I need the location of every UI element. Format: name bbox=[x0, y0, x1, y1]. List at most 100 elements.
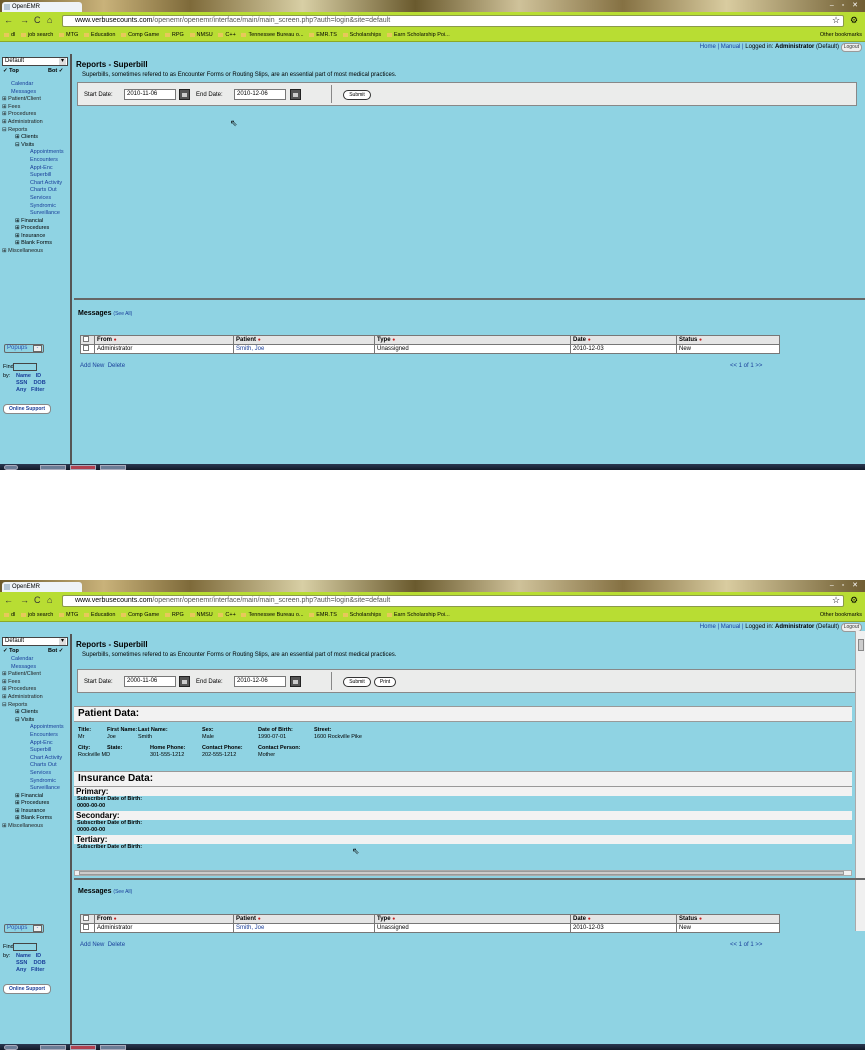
browser-tab[interactable]: OpenEMR bbox=[2, 582, 82, 592]
bookmark[interactable]: job search bbox=[21, 30, 53, 41]
reload-icon[interactable]: C bbox=[34, 15, 41, 25]
menu-patient-client[interactable]: ⊞ Patient/Client bbox=[2, 671, 72, 679]
address-bar[interactable]: www.verbusecounts.com/openemr/openemr/in… bbox=[62, 595, 844, 607]
cell-patient[interactable]: Smith, Joe bbox=[233, 923, 375, 933]
menu-appt-enc[interactable]: Appt-Enc bbox=[2, 740, 72, 748]
menu-administration[interactable]: ⊞ Administration bbox=[2, 694, 72, 702]
menu-fees[interactable]: ⊞ Fees bbox=[2, 679, 72, 687]
add-new-link[interactable]: Add New bbox=[80, 942, 104, 948]
menu-encounters[interactable]: Encounters bbox=[2, 732, 72, 740]
find-any-link[interactable]: Any bbox=[16, 387, 26, 393]
star-icon[interactable]: ☆ bbox=[832, 595, 840, 606]
find-filter-link[interactable]: Filter bbox=[31, 387, 44, 393]
submit-button[interactable]: Submit bbox=[343, 677, 371, 687]
bookmark[interactable]: Tennessee Bureau o... bbox=[241, 30, 303, 41]
logout-button[interactable]: Logout bbox=[840, 43, 862, 52]
menu-superbill[interactable]: Superbill bbox=[2, 747, 72, 755]
home-icon[interactable]: ⌂ bbox=[47, 595, 52, 605]
col-date[interactable]: Date ● bbox=[570, 335, 677, 345]
bookmark[interactable]: MTG bbox=[59, 610, 78, 621]
calendar-icon[interactable] bbox=[179, 676, 190, 687]
menu-visits[interactable]: ⊟ Visits bbox=[2, 142, 72, 150]
end-date-input[interactable]: 2010-12-06 bbox=[234, 676, 286, 687]
popups-select[interactable]: Popups bbox=[4, 924, 44, 933]
pager[interactable]: << 1 of 1 >> bbox=[730, 363, 762, 369]
browser-tab[interactable]: OpenEMR bbox=[2, 2, 82, 12]
bookmark[interactable]: NMSU bbox=[190, 610, 213, 621]
find-name-link[interactable]: Name bbox=[16, 953, 31, 959]
bookmark[interactable]: dl bbox=[4, 610, 15, 621]
menu-charts-out[interactable]: Charts Out bbox=[2, 762, 72, 770]
menu-blank-forms[interactable]: ⊞ Blank Forms bbox=[2, 815, 72, 823]
delete-link[interactable]: Delete bbox=[108, 942, 125, 948]
add-new-link[interactable]: Add New bbox=[80, 363, 104, 369]
other-bookmarks[interactable]: Other bookmarks bbox=[820, 30, 862, 41]
bookmark[interactable]: C++ bbox=[218, 30, 235, 41]
find-any-link[interactable]: Any bbox=[16, 967, 26, 973]
menu-insurance[interactable]: ⊞ Insurance bbox=[2, 808, 72, 816]
cell-patient[interactable]: Smith, Joe bbox=[233, 344, 375, 354]
bookmark[interactable]: Comp Game bbox=[121, 30, 159, 41]
menu-chart-activity[interactable]: Chart Activity bbox=[2, 180, 72, 188]
col-status[interactable]: Status ● bbox=[676, 335, 780, 345]
menu-syndromic[interactable]: Syndromic bbox=[2, 203, 72, 211]
start-icon[interactable] bbox=[4, 465, 18, 470]
col-from[interactable]: From ● bbox=[94, 914, 234, 924]
bookmark[interactable]: Comp Game bbox=[121, 610, 159, 621]
window-controls[interactable]: – ▫ ✕ bbox=[830, 1, 861, 9]
star-icon[interactable]: ☆ bbox=[832, 15, 840, 26]
find-dob-link[interactable]: DOB bbox=[33, 380, 45, 386]
reload-icon[interactable]: C bbox=[34, 595, 41, 605]
col-patient[interactable]: Patient ● bbox=[233, 914, 375, 924]
online-support-button[interactable]: Online Support bbox=[3, 404, 51, 414]
manual-link[interactable]: Manual bbox=[721, 44, 741, 50]
menu-syndromic[interactable]: Syndromic bbox=[2, 778, 72, 786]
start-date-input[interactable]: 2000-11-06 bbox=[124, 676, 176, 687]
menu-chart-activity[interactable]: Chart Activity bbox=[2, 755, 72, 763]
bookmark[interactable]: Earn Scholarship Poi... bbox=[387, 30, 450, 41]
popups-select[interactable]: Popups bbox=[4, 344, 44, 353]
home-link[interactable]: Home bbox=[700, 624, 716, 630]
menu-clients[interactable]: ⊞ Clients bbox=[2, 134, 72, 142]
col-date[interactable]: Date ● bbox=[570, 914, 677, 924]
taskbar-item[interactable] bbox=[100, 1045, 126, 1050]
end-date-input[interactable]: 2010-12-06 bbox=[234, 89, 286, 100]
menu-calendar[interactable]: Calendar bbox=[2, 81, 72, 89]
calendar-icon[interactable] bbox=[290, 676, 301, 687]
taskbar-item[interactable] bbox=[70, 1045, 96, 1050]
calendar-icon[interactable] bbox=[179, 89, 190, 100]
find-dob-link[interactable]: DOB bbox=[33, 960, 45, 966]
menu-reports[interactable]: ⊟ Reports bbox=[2, 127, 72, 135]
bot-radio[interactable]: Bot ✓ bbox=[48, 68, 63, 74]
col-type[interactable]: Type ● bbox=[374, 335, 571, 345]
menu-appointments[interactable]: Appointments bbox=[2, 149, 72, 157]
online-support-button[interactable]: Online Support bbox=[3, 984, 51, 994]
manual-link[interactable]: Manual bbox=[721, 624, 741, 630]
taskbar-item[interactable] bbox=[40, 465, 66, 470]
bookmark[interactable]: RPG bbox=[165, 610, 184, 621]
see-all-link[interactable]: (See All) bbox=[113, 889, 132, 895]
bookmark[interactable]: job search bbox=[21, 610, 53, 621]
taskbar-item[interactable] bbox=[40, 1045, 66, 1050]
menu-services[interactable]: Services bbox=[2, 770, 72, 778]
address-bar[interactable]: www.verbusecounts.com/openemr/openemr/in… bbox=[62, 15, 844, 27]
calendar-icon[interactable] bbox=[290, 89, 301, 100]
bookmark[interactable]: Scholarships bbox=[343, 30, 382, 41]
home-link[interactable]: Home bbox=[700, 44, 716, 50]
menu-blank-forms[interactable]: ⊞ Blank Forms bbox=[2, 240, 72, 248]
wrench-icon[interactable]: ⚙ bbox=[850, 15, 858, 26]
bookmark[interactable]: MTG bbox=[59, 30, 78, 41]
bot-radio[interactable]: Bot ✓ bbox=[48, 648, 63, 654]
menu-charts-out[interactable]: Charts Out bbox=[2, 187, 72, 195]
col-status[interactable]: Status ● bbox=[676, 914, 780, 924]
scroll-thumb[interactable] bbox=[858, 639, 864, 651]
menu-clients[interactable]: ⊞ Clients bbox=[2, 709, 72, 717]
menu-appointments[interactable]: Appointments bbox=[2, 724, 72, 732]
menu-calendar[interactable]: Calendar bbox=[2, 656, 72, 664]
find-id-link[interactable]: ID bbox=[36, 373, 42, 379]
facility-select[interactable]: Default bbox=[2, 57, 68, 66]
bookmark[interactable]: RPG bbox=[165, 30, 184, 41]
row-checkbox[interactable] bbox=[83, 924, 89, 931]
bookmark[interactable]: Tennessee Bureau o... bbox=[241, 610, 303, 621]
other-bookmarks[interactable]: Other bookmarks bbox=[820, 610, 862, 621]
